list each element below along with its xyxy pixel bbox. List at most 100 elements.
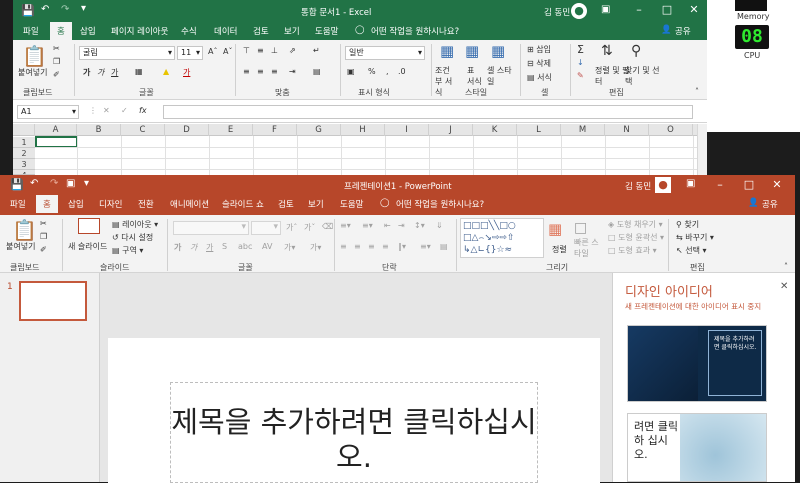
arrange-icon[interactable]: ▦ [548, 220, 562, 238]
format-painter-icon[interactable]: ✐ [40, 245, 47, 254]
align-center-icon[interactable]: ≡ [257, 67, 264, 76]
slide-thumbnail[interactable] [19, 281, 87, 321]
align-center-icon[interactable]: ≡ [354, 242, 361, 251]
font-name-select[interactable]: ▾ [173, 221, 249, 235]
find-button[interactable]: ⚲ 찾기 [676, 219, 699, 230]
cancel-icon[interactable]: ✕ [103, 106, 110, 115]
decrease-indent-icon[interactable]: ⇤ [384, 221, 391, 230]
align-middle-icon[interactable]: ≡ [257, 46, 264, 55]
customize-toolbar-icon[interactable]: ▾ [81, 3, 86, 14]
strikethrough-icon[interactable]: abc [238, 242, 252, 251]
fill-icon[interactable]: ↓ [577, 58, 584, 67]
clear-format-icon[interactable]: ⌫ [322, 222, 333, 231]
undo-icon[interactable]: ↶ [30, 178, 38, 189]
column-header[interactable]: L [517, 124, 561, 136]
collapse-ribbon-icon[interactable]: ˄ [695, 87, 699, 96]
close-button[interactable]: ✕ [680, 0, 708, 20]
start-slideshow-icon[interactable]: ▣ [66, 178, 75, 189]
cell-style-button[interactable]: 셀 스타일 [487, 65, 515, 87]
enter-icon[interactable]: ✓ [121, 106, 128, 115]
delete-cells-button[interactable]: ⊟ 삭제 [527, 58, 551, 69]
underline-icon[interactable]: 가 [206, 242, 213, 253]
tab-file[interactable]: 파일 [23, 25, 39, 37]
conditional-format-button[interactable]: 조건부 서식 [435, 65, 457, 98]
conditional-format-icon[interactable]: ▦ [440, 42, 454, 60]
column-header[interactable]: A [35, 124, 77, 136]
underline-icon[interactable]: 가 [111, 67, 118, 78]
tab-home[interactable]: 홈 [50, 22, 72, 40]
name-box[interactable]: A1 ▾ [17, 105, 79, 119]
save-icon[interactable]: 💾 [21, 4, 35, 17]
maximize-button[interactable]: □ [735, 175, 763, 195]
replace-button[interactable]: ⇆ 바꾸기 ▾ [676, 232, 714, 243]
ribbon-display-icon[interactable]: ▣ [686, 178, 695, 189]
column-header[interactable]: I [385, 124, 429, 136]
redo-icon[interactable]: ↷ [61, 4, 69, 15]
new-slide-button[interactable]: 새 슬라이드 [68, 241, 107, 252]
align-bottom-icon[interactable]: ⊥ [271, 46, 278, 55]
insert-function-icon[interactable]: fx [139, 106, 147, 115]
column-header[interactable]: K [473, 124, 517, 136]
autosum-icon[interactable]: Σ [577, 43, 584, 56]
slide[interactable]: 제목을 추가하려면 클릭하십시오. [108, 338, 600, 483]
tab-insert[interactable]: 삽입 [68, 198, 84, 210]
increase-indent-icon[interactable]: ⇥ [398, 221, 405, 230]
cut-icon[interactable]: ✂ [40, 219, 47, 228]
cut-icon[interactable]: ✂ [53, 44, 60, 53]
tab-review[interactable]: 검토 [253, 25, 269, 37]
text-direction-icon[interactable]: ⇓ [436, 221, 443, 230]
line-spacing-icon[interactable]: ↕▾ [414, 221, 425, 230]
grow-font-icon[interactable]: Aˆ [208, 47, 217, 56]
user-name[interactable]: 김 동민 [625, 180, 651, 192]
design-idea-card[interactable]: 제목을 추가하려면 클릭하십시오. [627, 325, 767, 402]
undo-icon[interactable]: ↶ [41, 4, 49, 15]
merge-icon[interactable]: ▤ [313, 67, 321, 76]
align-top-icon[interactable]: ⊤ [243, 46, 250, 55]
clear-icon[interactable]: ✎ [577, 71, 584, 80]
shape-effects-button[interactable]: □ 도형 효과 ▾ [608, 245, 657, 256]
tab-slideshow[interactable]: 슬라이드 쇼 [222, 198, 264, 210]
paste-button[interactable]: 붙여넣기 [6, 241, 35, 252]
user-name[interactable]: 김 동민 [544, 6, 570, 18]
bold-icon[interactable]: 가 [174, 242, 181, 253]
row-header[interactable]: 3 [13, 159, 35, 170]
close-icon[interactable]: ✕ [780, 281, 788, 292]
shrink-font-icon[interactable]: Aˇ [223, 47, 232, 56]
select-button[interactable]: ↖ 선택 ▾ [676, 245, 707, 256]
reset-button[interactable]: ↺ 다시 설정 [112, 232, 153, 243]
select-all[interactable] [13, 124, 35, 136]
shape-outline-button[interactable]: □ 도형 윤곽선 ▾ [608, 232, 664, 243]
orientation-icon[interactable]: ⇗ [289, 46, 296, 55]
tab-transitions[interactable]: 전환 [138, 198, 154, 210]
avatar[interactable]: ● [655, 177, 671, 193]
tab-view[interactable]: 보기 [308, 198, 324, 210]
bold-icon[interactable]: 가 [83, 67, 90, 78]
tab-design[interactable]: 디자인 [99, 198, 122, 210]
tab-help[interactable]: 도움말 [340, 198, 363, 210]
font-size-select[interactable]: 11 ▾ [177, 46, 203, 60]
font-color-icon[interactable]: 가▾ [310, 242, 321, 253]
format-painter-icon[interactable]: ✐ [53, 70, 60, 79]
column-header[interactable]: N [605, 124, 649, 136]
share-button[interactable]: 공유 [762, 198, 778, 210]
design-idea-card[interactable]: 려면 클릭하 십시오. [627, 413, 767, 482]
shape-fill-button[interactable]: ◈ 도형 채우기 ▾ [608, 219, 663, 230]
find-icon[interactable]: ⚲ [631, 43, 641, 59]
ribbon-display-icon[interactable]: ▣ [601, 4, 610, 15]
column-header[interactable]: F [253, 124, 297, 136]
spacing-icon[interactable]: AV [262, 242, 272, 251]
format-cells-button[interactable]: ▤ 서식 [527, 72, 552, 83]
font-color-icon[interactable]: 가 [183, 67, 190, 78]
align-right-icon[interactable]: ≡ [271, 67, 278, 76]
shadow-icon[interactable]: S [222, 242, 227, 251]
justify-icon[interactable]: ≡ [382, 242, 389, 251]
comma-icon[interactable]: , [386, 67, 389, 76]
font-size-select[interactable]: ▾ [251, 221, 281, 235]
customize-toolbar-icon[interactable]: ▾ [84, 178, 89, 189]
paste-icon[interactable]: 📋 [22, 44, 47, 68]
stop-ideas-link[interactable]: 새 프레젠테이션에 대한 아이디어 표시 중지 [625, 301, 761, 312]
align-left-icon[interactable]: ≡ [340, 242, 347, 251]
smartart-icon[interactable]: ▤ [440, 242, 448, 251]
new-slide-icon[interactable] [78, 218, 100, 234]
layout-button[interactable]: ▤ 레이아웃 ▾ [112, 219, 158, 230]
